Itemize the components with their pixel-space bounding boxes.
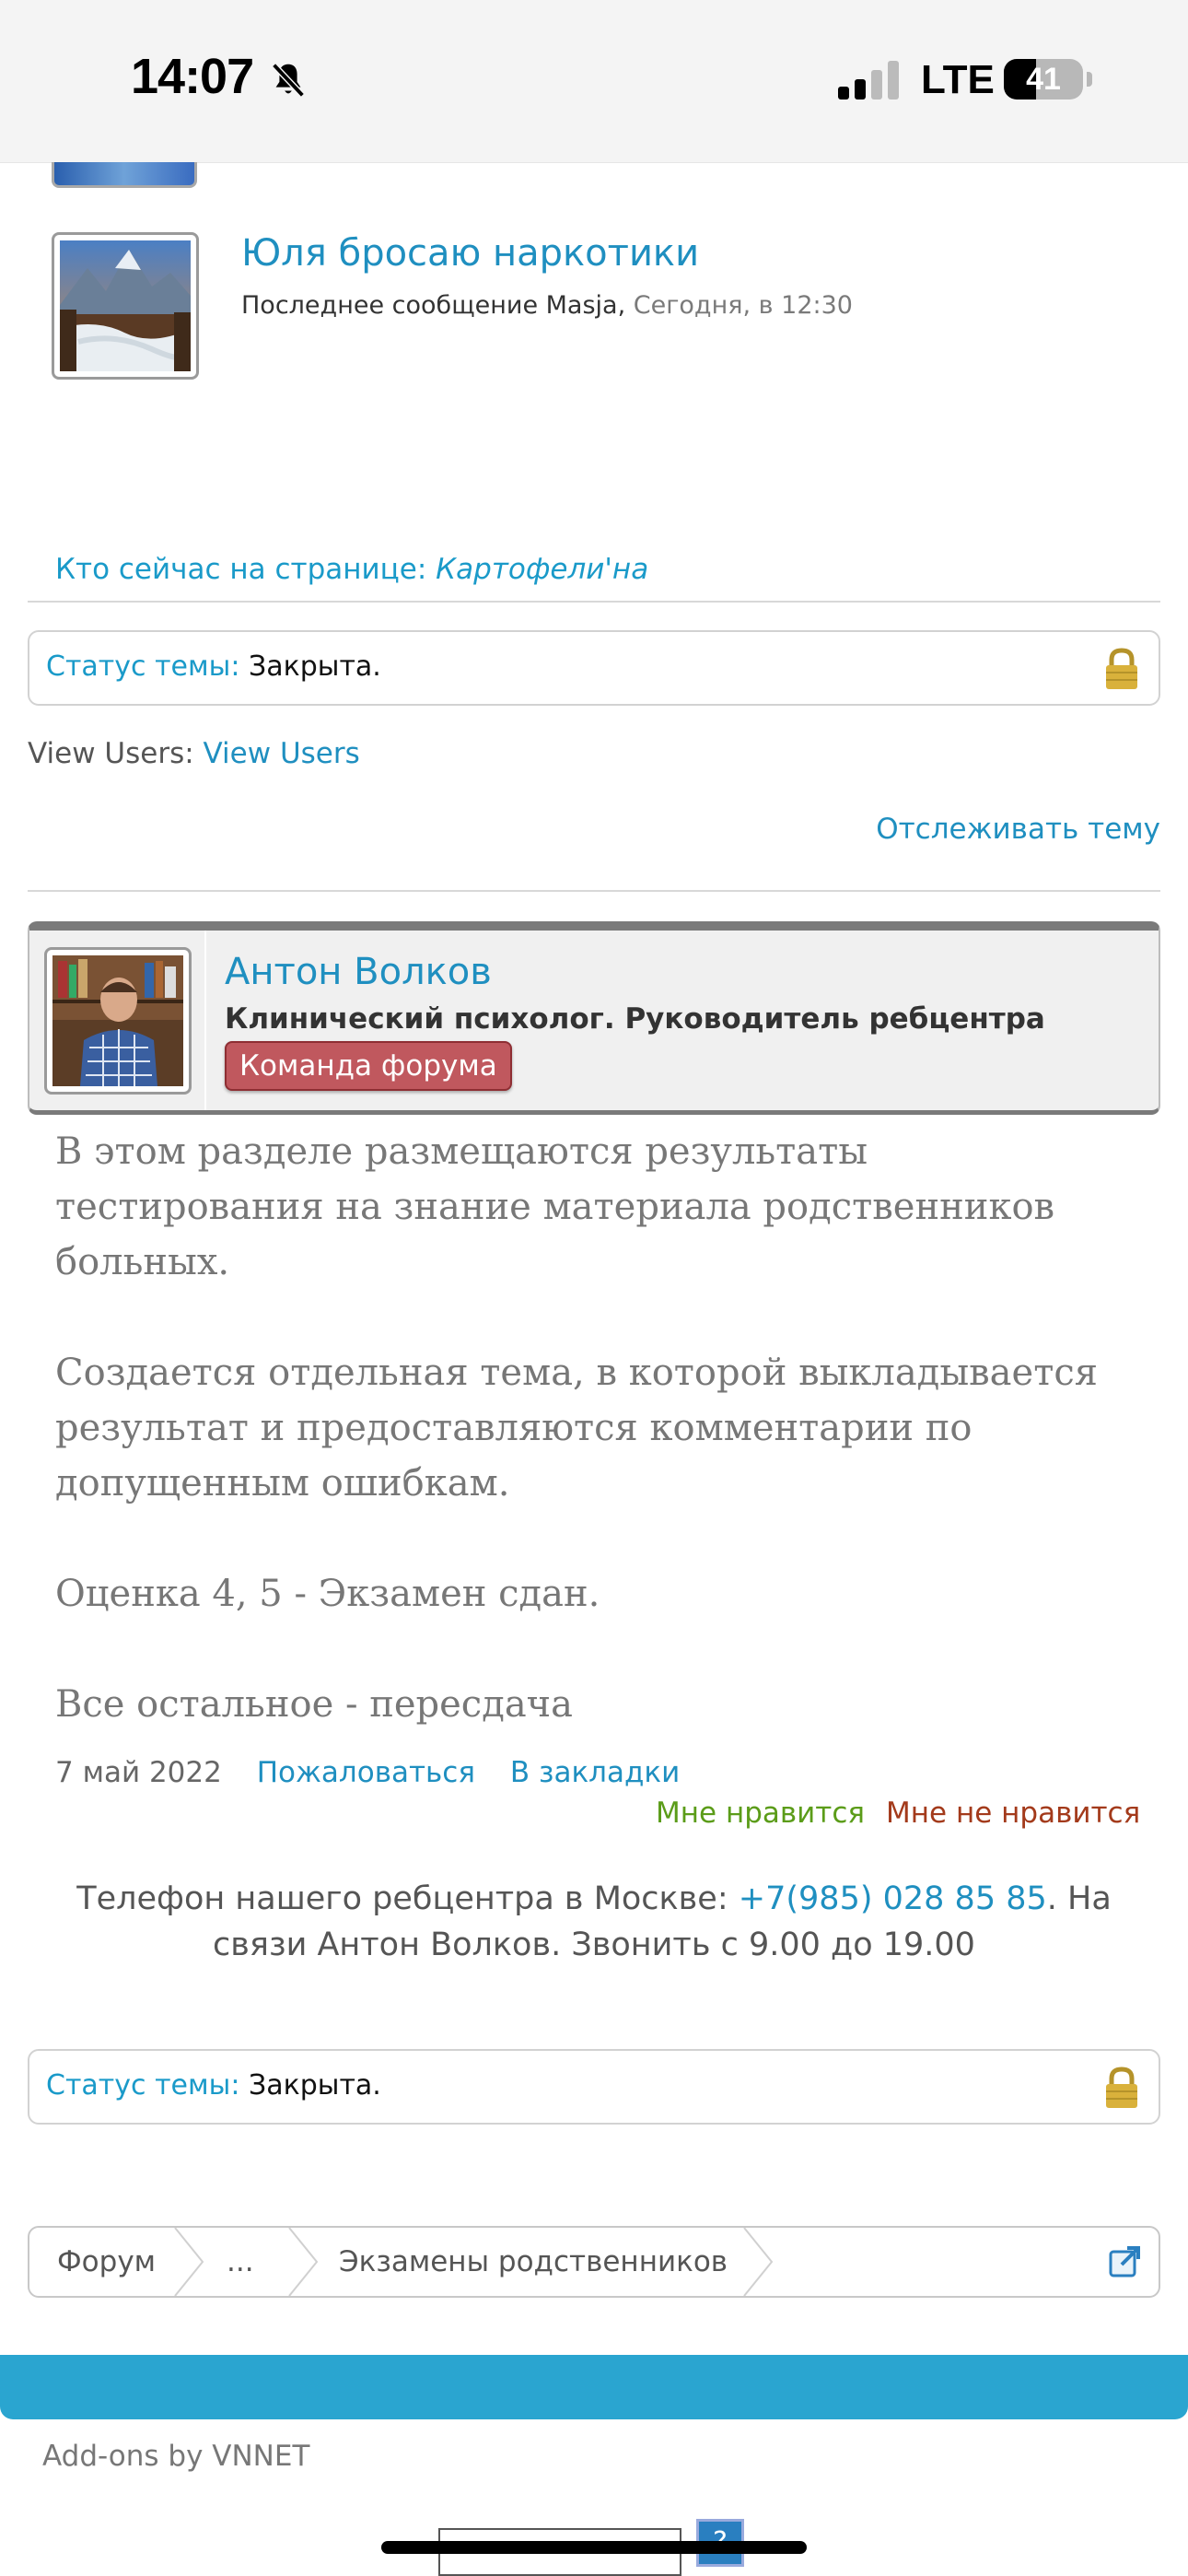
battery-percent: 41 <box>1026 62 1061 97</box>
divider <box>28 601 1160 603</box>
phone-note: Телефон нашего ребцентра в Москве: +7(98… <box>28 1876 1160 1968</box>
network-type: LTE <box>921 57 995 102</box>
post-author-name[interactable]: Антон Волков <box>225 951 492 993</box>
thread-status-box: Статус темы: Закрыта. <box>28 630 1160 706</box>
thread-status: Статус темы: Закрыта. <box>46 2069 381 2102</box>
thread-status-value: Закрыта. <box>248 2069 381 2102</box>
viewing-user-link[interactable]: Картофели'на <box>436 553 648 586</box>
status-bar: 14:07 LTE 41 <box>0 0 1188 163</box>
addons-credit[interactable]: Add-ons by VNNET <box>42 2440 309 2473</box>
thread-thumbnail-previous[interactable] <box>52 162 197 188</box>
post-paragraph: Оценка 4, 5 - Экзамен сдан. <box>55 1573 600 1615</box>
view-users: View Users: View Users <box>28 737 360 770</box>
breadcrumb-section[interactable]: Экзамены родственников <box>339 2228 728 2296</box>
divider <box>28 890 1160 892</box>
signal-icon <box>838 61 899 100</box>
jump-icon[interactable] <box>1107 2242 1144 2279</box>
lock-icon <box>1106 2067 1137 2108</box>
thread-thumbnail[interactable] <box>52 232 199 380</box>
lock-icon <box>1106 648 1137 689</box>
post-paragraph: Создается отдельная тема, в которой выкл… <box>55 1352 1098 1505</box>
status-time: 14:07 <box>131 49 254 104</box>
breadcrumb-forum[interactable]: Форум <box>57 2228 156 2296</box>
breadcrumb-ellipsis[interactable]: ... <box>227 2228 254 2296</box>
viewing-label: Кто сейчас на странице: <box>55 553 427 586</box>
avatar[interactable] <box>44 947 192 1095</box>
post-author-title: Клинический психолог. Руководитель ребце… <box>225 1002 1045 1036</box>
report-link[interactable]: Пожаловаться <box>257 1756 475 1789</box>
dislike-button[interactable]: Мне не нравится <box>886 1797 1140 1830</box>
thread-title-link[interactable]: Юля бросаю наркотики <box>241 232 699 275</box>
like-button[interactable]: Мне нравится <box>656 1797 865 1830</box>
footer-bar <box>0 2355 1188 2419</box>
phone-note-prefix: Телефон нашего ребцентра в Москве: <box>76 1880 728 1917</box>
phone-link[interactable]: +7(985) 028 85 85 <box>739 1880 1047 1917</box>
thread-last-post: Последнее сообщение Masja, Сегодня, в 12… <box>241 291 853 320</box>
thread-status-label: Статус темы: <box>46 650 240 683</box>
view-users-label: View Users: <box>28 737 194 770</box>
author-photo <box>52 955 183 1086</box>
home-indicator[interactable] <box>381 2541 807 2554</box>
thread-status-box-bottom: Статус темы: Закрыта. <box>28 2049 1160 2125</box>
post-date[interactable]: 7 май 2022 <box>55 1756 222 1789</box>
battery-cap <box>1087 72 1092 87</box>
last-post-author[interactable]: Последнее сообщение Masja, <box>241 291 625 320</box>
post-paragraph: Все остальное - пересдача <box>55 1683 573 1726</box>
battery-icon: 41 <box>1004 59 1083 100</box>
bookmark-link[interactable]: В закладки <box>510 1756 680 1789</box>
thread-status-value: Закрыта. <box>248 650 381 683</box>
post-paragraph: В этом разделе размещаются результаты те… <box>55 1130 1055 1283</box>
post-author-block: Антон Волков Клинический психолог. Руков… <box>28 921 1160 1115</box>
thread-status-label: Статус темы: <box>46 2069 240 2102</box>
breadcrumb: Форум ... Экзамены родственников <box>28 2226 1160 2298</box>
viewing-now: Кто сейчас на странице: Картофели'на <box>55 553 648 586</box>
waterfall-image <box>60 240 191 371</box>
breadcrumb-separator-icon <box>743 2228 774 2296</box>
breadcrumb-separator-icon <box>288 2228 319 2296</box>
author-divider <box>204 931 206 1110</box>
last-post-time: Сегодня, в 12:30 <box>633 291 853 320</box>
post-body: В этом разделе размещаются результаты те… <box>55 1124 1142 1787</box>
view-users-link[interactable]: View Users <box>204 737 360 770</box>
watch-thread-link[interactable]: Отслеживать тему <box>876 813 1160 846</box>
breadcrumb-separator-icon <box>174 2228 204 2296</box>
bell-slash-icon <box>272 63 305 98</box>
post-footer: 7 май 2022 Пожаловаться В закладки <box>55 1756 705 1789</box>
author-badge: Команда форума <box>225 1041 512 1091</box>
thread-status: Статус темы: Закрыта. <box>46 650 381 683</box>
